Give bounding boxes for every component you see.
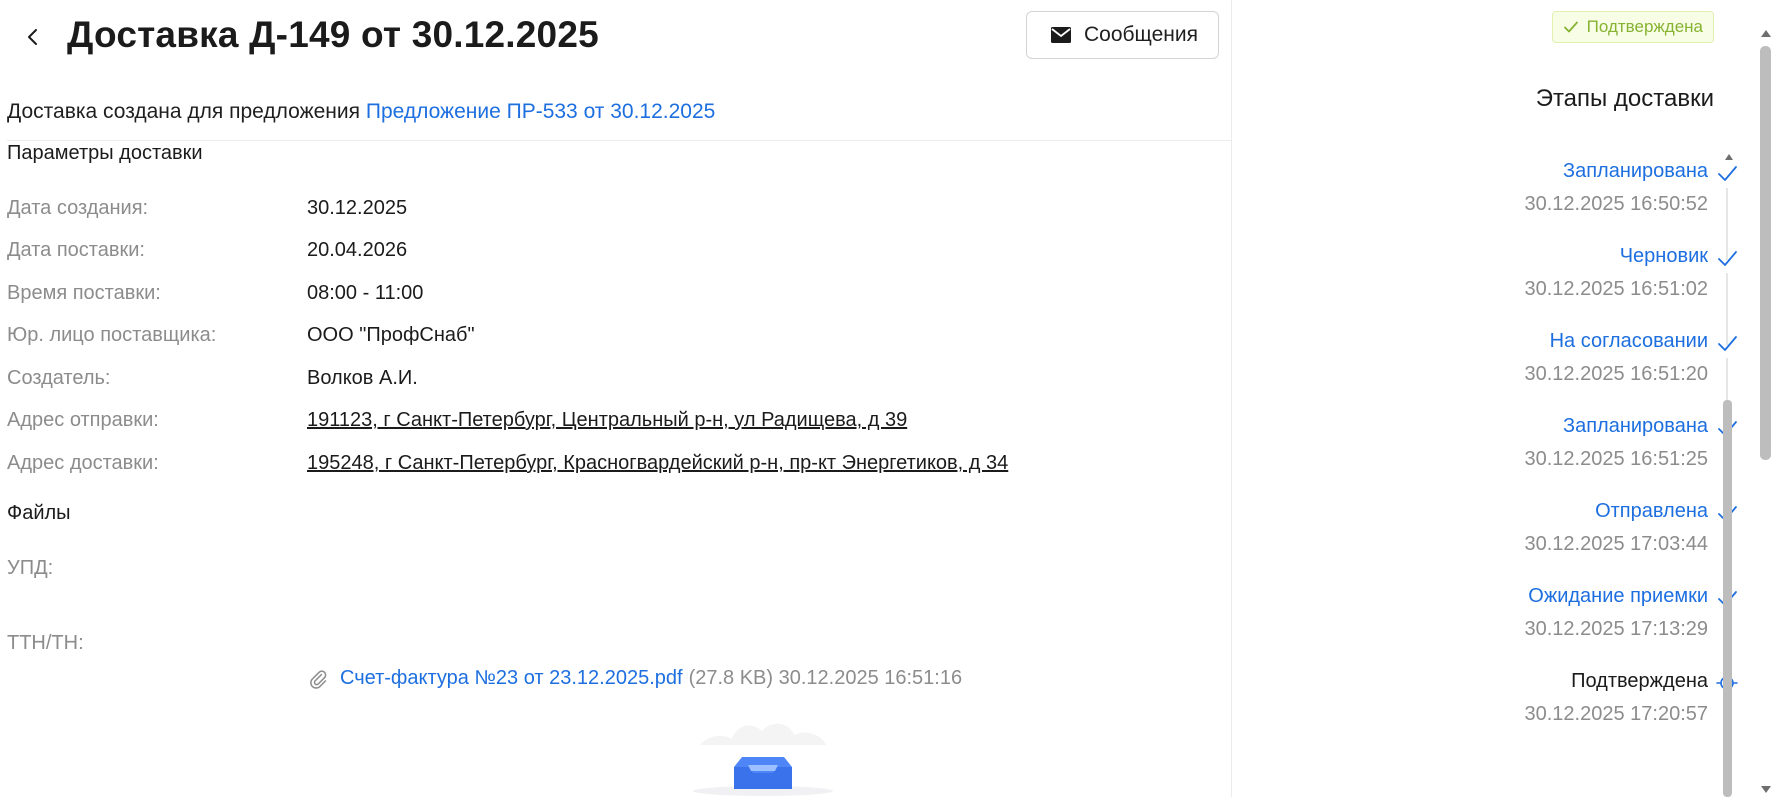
upd-file-meta: (27.8 KB) 30.12.2025 16:51:16: [688, 667, 963, 689]
stage-name: Отправлена: [1595, 500, 1708, 522]
stage-name: Черновик: [1619, 245, 1708, 267]
stage-item: Запланирована 30.12.2025 16:50:52: [1258, 160, 1738, 260]
page-title: Доставка Д-149 от 30.12.2025: [67, 14, 599, 55]
scroll-up-arrow-icon[interactable]: [1761, 30, 1771, 37]
created-for-text: Доставка создана для предложения Предлож…: [7, 100, 715, 124]
check-icon: [1563, 21, 1578, 33]
stage-name: Запланирована: [1563, 415, 1708, 437]
created-date-label: Дата создания:: [7, 197, 149, 219]
messages-button[interactable]: Сообщения: [1026, 11, 1219, 59]
upd-label: УПД:: [7, 557, 54, 579]
stage-item: Отправлена 30.12.2025 17:03:44: [1258, 500, 1738, 600]
back-button[interactable]: [18, 22, 48, 52]
stage-name: Ожидание приемки: [1528, 585, 1708, 607]
scroll-up-arrow-icon[interactable]: [1725, 154, 1733, 160]
stage-item: Черновик 30.12.2025 16:51:02: [1258, 245, 1738, 345]
scroll-down-arrow-icon[interactable]: [1761, 786, 1771, 793]
created-date-value: 30.12.2025: [307, 197, 408, 219]
params-section-title: Параметры доставки: [7, 142, 203, 164]
upd-file-link[interactable]: Счет-фактура №23 от 23.12.2025.pdf: [340, 667, 683, 690]
stage-time: 30.12.2025 17:03:44: [1524, 533, 1708, 555]
supplier-entity-label: Юр. лицо поставщика:: [7, 324, 217, 346]
page-scrollbar[interactable]: [1757, 0, 1775, 797]
stage-time: 30.12.2025 16:50:52: [1524, 193, 1708, 215]
destination-address-label: Адрес доставки:: [7, 452, 159, 474]
stage-item: На согласовании 30.12.2025 16:51:20: [1258, 330, 1738, 430]
stage-time: 30.12.2025 17:20:57: [1524, 703, 1708, 725]
stage-time: 30.12.2025 17:13:29: [1524, 618, 1708, 640]
back-arrow-icon: [28, 29, 37, 45]
stages-panel: Подтверждена Этапы доставки Запланирован…: [1233, 0, 1758, 797]
stage-time: 30.12.2025 16:51:20: [1524, 363, 1708, 385]
creator-value: Волков А.И.: [307, 367, 418, 389]
files-section-title: Файлы: [7, 502, 71, 524]
origin-address-label: Адрес отправки:: [7, 409, 159, 431]
stage-time: 30.12.2025 16:51:02: [1524, 278, 1708, 300]
page-scroll-thumb[interactable]: [1760, 46, 1771, 460]
empty-inbox-icon: [693, 723, 833, 796]
stages-scrollbar[interactable]: [1722, 150, 1736, 797]
stage-name: Запланирована: [1563, 160, 1708, 182]
upd-file-row: Счет-фактура №23 от 23.12.2025.pdf (27.8…: [307, 667, 962, 690]
created-for-prefix: Доставка создана для предложения: [7, 100, 361, 123]
page-header: Доставка Д-149 от 30.12.2025 Сообщения: [0, 0, 1232, 80]
stage-item: Ожидание приемки 30.12.2025 17:13:29: [1258, 585, 1738, 685]
creator-label: Создатель:: [7, 367, 111, 389]
proposal-link[interactable]: Предложение ПР-533 от 30.12.2025: [366, 100, 715, 123]
status-badge-label: Подтверждена: [1586, 17, 1703, 36]
delivery-date-label: Дата поставки:: [7, 239, 145, 261]
paperclip-icon: [310, 669, 327, 689]
divider: [7, 140, 1232, 141]
stage-item: Запланирована 30.12.2025 16:51:25: [1258, 415, 1738, 515]
messages-button-label: Сообщения: [1084, 23, 1198, 46]
stages-scroll-thumb[interactable]: [1723, 400, 1732, 797]
delivery-time-label: Время поставки:: [7, 282, 161, 304]
stages-timeline: Запланирована 30.12.2025 16:50:52 Чернов…: [1233, 150, 1738, 797]
delivery-details-pane: Доставка Д-149 от 30.12.2025 Сообщения Д…: [0, 0, 1232, 797]
stage-name: Подтверждена: [1571, 670, 1708, 692]
supplier-entity-value: ООО "ПрофСнаб": [307, 324, 475, 346]
stages-title: Этапы доставки: [1535, 85, 1714, 112]
stage-time: 30.12.2025 16:51:25: [1524, 448, 1708, 470]
stage-name: На согласовании: [1549, 330, 1708, 352]
delivery-date-value: 20.04.2026: [307, 239, 408, 261]
mail-icon: [1051, 27, 1071, 43]
delivery-time-value: 08:00 - 11:00: [307, 282, 424, 304]
stage-item-current: Подтверждена 30.12.2025 17:20:57: [1258, 670, 1738, 760]
status-badge: Подтверждена: [1551, 11, 1714, 43]
ttn-label: ТТН/ТН:: [7, 632, 84, 654]
origin-address-link[interactable]: 191123, г Санкт-Петербург, Центральный р…: [307, 409, 907, 432]
destination-address-link[interactable]: 195248, г Санкт-Петербург, Красногвардей…: [307, 452, 1008, 475]
